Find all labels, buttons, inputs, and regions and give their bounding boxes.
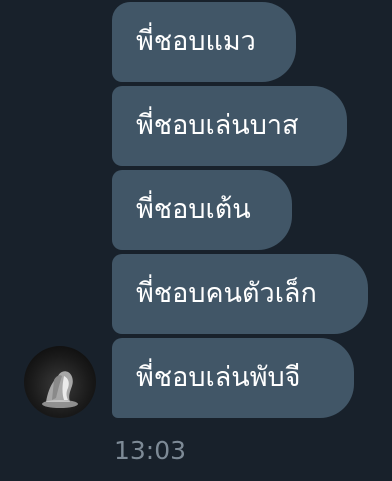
- avatar-photo-icon: [42, 371, 78, 408]
- message-timestamp: 13:03: [114, 436, 187, 465]
- message-bubble[interactable]: พี่ชอบเต้น: [112, 170, 292, 250]
- avatar[interactable]: [24, 346, 96, 418]
- chat-thread: พี่ชอบแมว พี่ชอบเล่นบาส พี่ชอบเต้น พี่ชอ…: [0, 0, 392, 481]
- message-bubble[interactable]: พี่ชอบแมว: [112, 2, 296, 82]
- message-bubble[interactable]: พี่ชอบเล่นพับจี: [112, 338, 354, 418]
- message-bubble[interactable]: พี่ชอบคนตัวเล็ก: [112, 254, 368, 334]
- message-bubble[interactable]: พี่ชอบเล่นบาส: [112, 86, 347, 166]
